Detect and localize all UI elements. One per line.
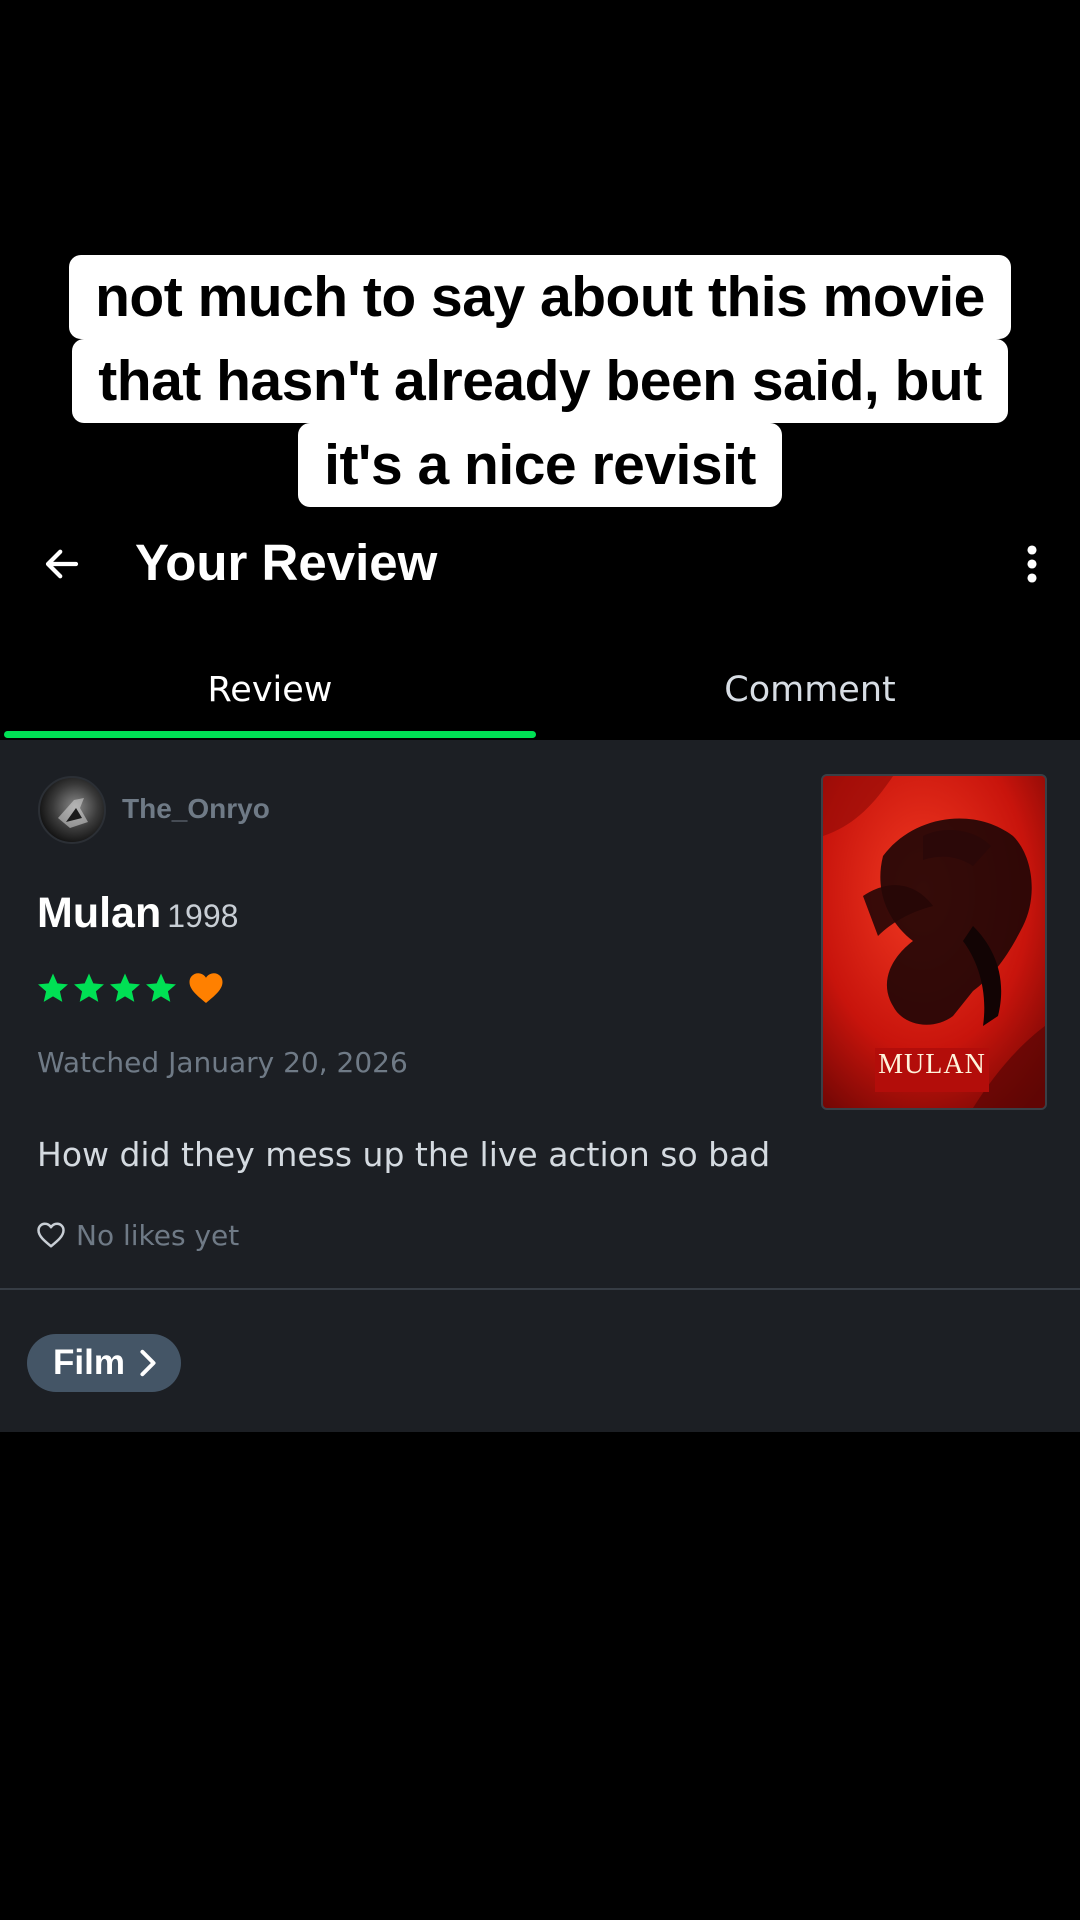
star-icon	[74, 973, 104, 1002]
app-header: Your Review	[0, 520, 1080, 600]
review-body: How did they mess up the live action so …	[37, 1135, 771, 1174]
tab-comment[interactable]: Comment	[540, 650, 1080, 740]
tab-review-label: Review	[207, 670, 333, 710]
film-link-button[interactable]: Film	[27, 1334, 181, 1392]
film-link-label: Film	[53, 1343, 125, 1382]
username[interactable]: The_Onryo	[122, 790, 270, 828]
film-title[interactable]: Mulan 1998	[37, 885, 238, 951]
heart-outline-icon	[37, 1222, 65, 1248]
watched-date: Watched January 20, 2026	[37, 1046, 408, 1079]
caption-line-2: that hasn't already been said, but	[72, 339, 1008, 423]
star-rating	[36, 966, 224, 1010]
active-tab-indicator	[4, 731, 536, 738]
star-icon	[146, 973, 176, 1002]
tab-bar: Review Comment	[0, 650, 1080, 740]
more-vertical-icon	[1027, 545, 1037, 583]
tab-comment-label: Comment	[724, 670, 896, 710]
star-icon	[38, 973, 68, 1002]
film-year: 1998	[167, 898, 239, 934]
caption-line-1: not much to say about this movie	[69, 255, 1011, 339]
star-icon	[110, 973, 140, 1002]
like-button[interactable]: No likes yet	[36, 1215, 239, 1255]
page-title: Your Review	[135, 534, 438, 591]
chevron-right-icon	[140, 1349, 156, 1377]
heart-filled-icon	[189, 973, 223, 1003]
arrow-left-icon	[45, 549, 79, 579]
film-poster[interactable]: MULAN	[821, 774, 1047, 1110]
poster-title: MULAN	[875, 1048, 989, 1092]
caption-overlay: not much to say about this movie that ha…	[0, 255, 1080, 507]
caption-line-3: it's a nice revisit	[298, 423, 782, 507]
tab-review[interactable]: Review	[0, 650, 540, 740]
avatar[interactable]	[38, 776, 106, 844]
back-button[interactable]	[34, 536, 90, 592]
more-options-button[interactable]	[1004, 536, 1060, 592]
avatar-image	[58, 798, 88, 828]
likes-count-label: No likes yet	[76, 1218, 240, 1252]
film-name: Mulan	[37, 889, 162, 937]
